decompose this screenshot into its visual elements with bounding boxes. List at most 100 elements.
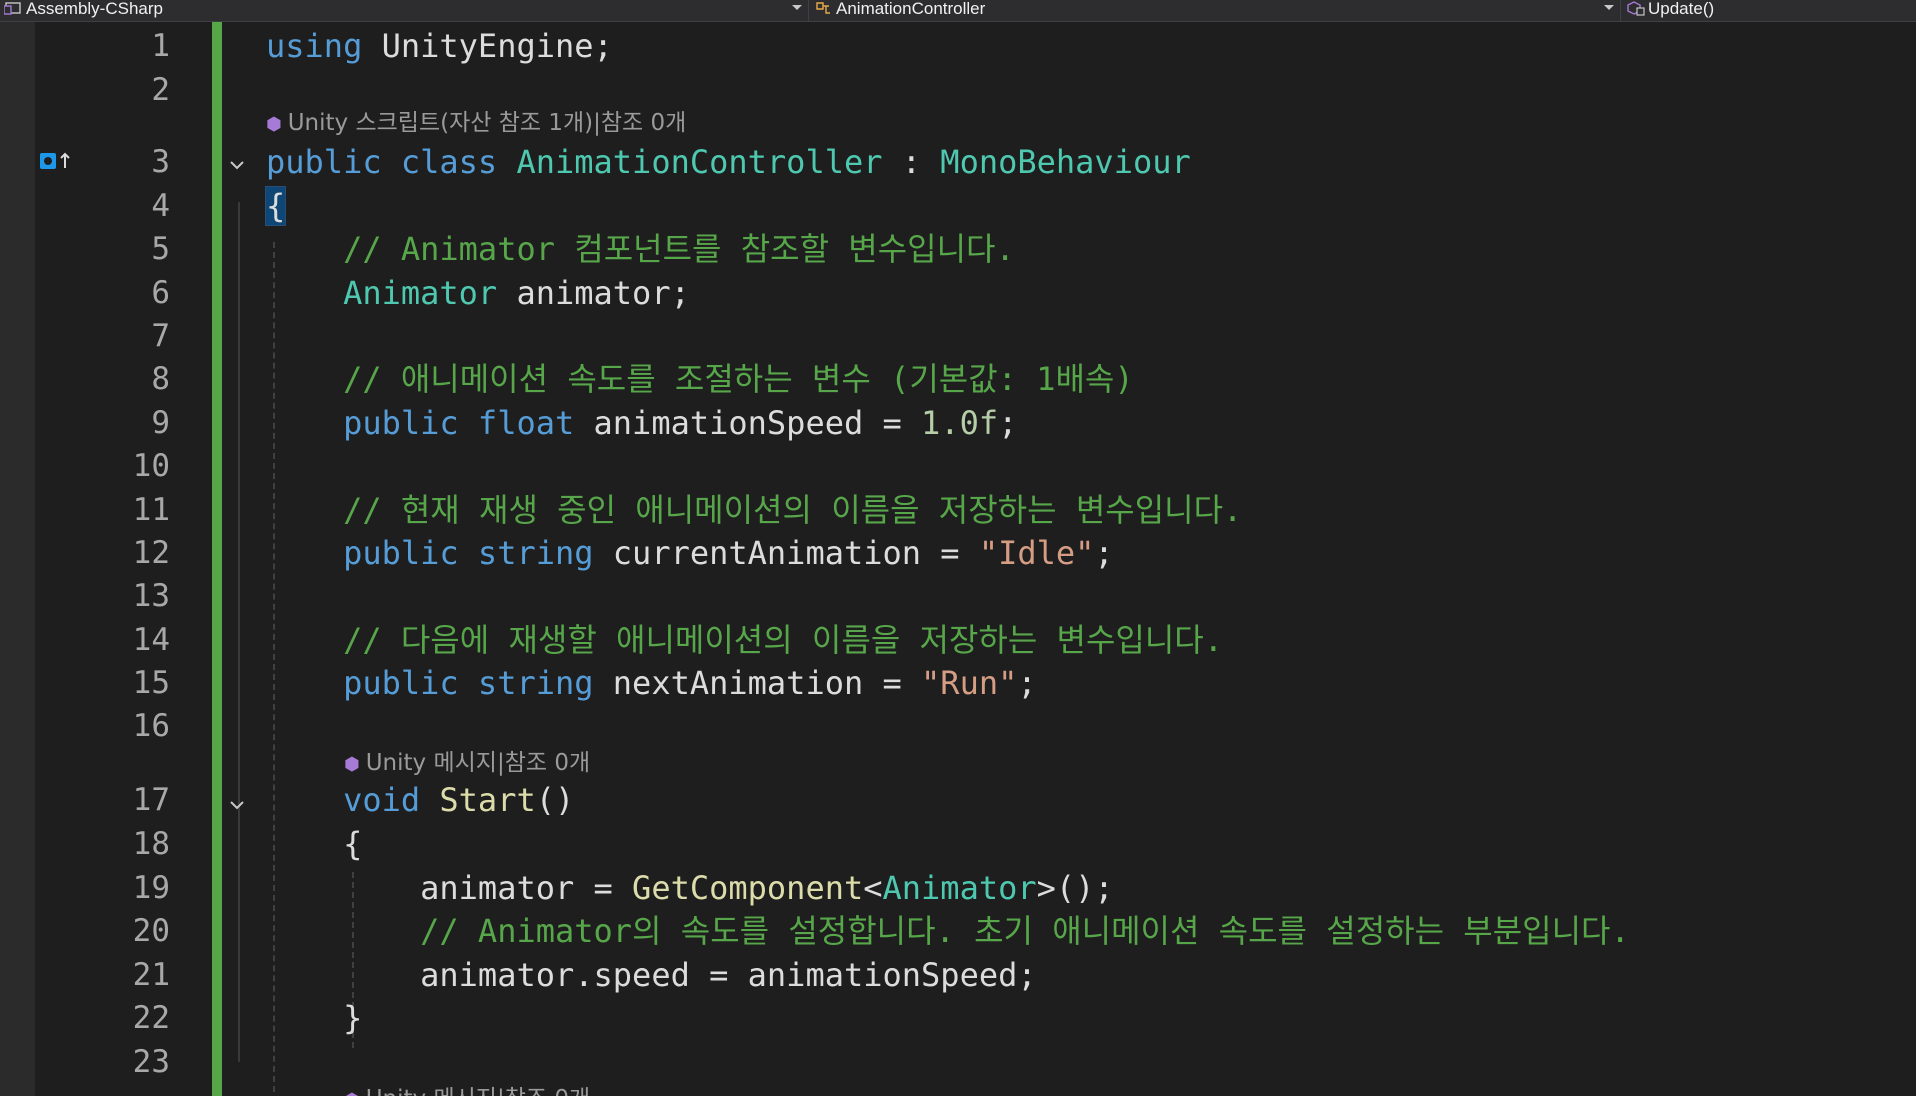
line-code[interactable]: Animator animator;	[266, 273, 690, 313]
line-code[interactable]: animator = GetComponent<Animator>();	[266, 868, 1114, 908]
code-token: ()	[535, 781, 575, 819]
codelens-update[interactable]: ⬢ Unity 메시지|참조 0개	[344, 1084, 590, 1096]
line-number: 2	[151, 72, 170, 108]
code-token: ;	[1094, 534, 1114, 572]
line-code[interactable]: // 애니메이션 속도를 조절하는 변수 (기본값: 1배속)	[266, 359, 1134, 399]
line-code[interactable]: }	[266, 998, 362, 1038]
line-code[interactable]: // 다음에 재생할 애니메이션의 이름을 저장하는 변수입니다.	[266, 620, 1223, 660]
line-code[interactable]: {	[264, 186, 287, 226]
line-number: 21	[132, 957, 170, 993]
code-token: {	[264, 186, 287, 226]
line-number: 18	[132, 826, 170, 862]
code-token: "Idle"	[978, 534, 1095, 572]
line-number: 20	[132, 913, 170, 949]
codelens-start[interactable]: ⬢ Unity 메시지|참조 0개	[344, 748, 590, 780]
unity-cube-icon: ⬢	[266, 114, 282, 135]
line-number: 14	[132, 622, 170, 658]
code-token: class	[400, 143, 498, 181]
code-token: }	[266, 999, 363, 1037]
line-number: 13	[132, 578, 170, 614]
code-token: currentAnimation =	[593, 534, 979, 572]
line-code[interactable]: using UnityEngine;	[266, 26, 613, 66]
code-token: animator =	[266, 869, 633, 907]
codelens-text: Unity 메시지|참조 0개	[366, 1086, 590, 1096]
type-dropdown[interactable]: AnimationController	[814, 0, 1614, 21]
line-code[interactable]: public string currentAnimation = "Idle";	[266, 533, 1114, 573]
code-token: nextAnimation =	[593, 664, 922, 702]
code-token: float	[477, 404, 575, 442]
line-code[interactable]: public string nextAnimation = "Run";	[266, 663, 1037, 703]
line-code[interactable]: // Animator의 속도를 설정합니다. 초기 애니메이션 속도를 설정하…	[266, 911, 1630, 951]
type-name: AnimationController	[836, 0, 986, 18]
line-number: 22	[132, 1000, 170, 1036]
code-token: 1.0f	[921, 404, 999, 442]
line-number: 4	[151, 188, 170, 224]
line-number: 3	[151, 144, 170, 180]
line-code[interactable]: // Animator 컴포넌트를 참조할 변수입니다.	[266, 229, 1015, 269]
code-token: UnityEngine;	[362, 27, 613, 65]
line-number: 15	[132, 665, 170, 701]
code-token: >();	[1036, 869, 1114, 907]
code-token: using	[266, 27, 363, 65]
line-number: 12	[132, 535, 170, 571]
code-token: public	[343, 664, 459, 702]
codelens-text: Unity 메시지|참조 0개	[365, 750, 591, 776]
code-token: void	[343, 781, 421, 819]
line-number: 6	[151, 275, 170, 311]
line-number: 16	[132, 708, 170, 744]
line-code[interactable]: public class AnimationController : MonoB…	[266, 142, 1191, 182]
code-token: Start	[439, 781, 536, 819]
line-code[interactable]: {	[266, 824, 362, 864]
code-token: // Animator 컴포넌트를 참조할 변수입니다.	[343, 230, 1015, 268]
line-code[interactable]: public float animationSpeed = 1.0f;	[266, 403, 1017, 443]
code-token: MonoBehaviour	[940, 143, 1191, 181]
project-name: Assembly-CSharp	[26, 0, 163, 18]
divider	[1620, 0, 1621, 21]
line-code[interactable]: animator.speed = animationSpeed;	[266, 955, 1037, 995]
code-token: string	[477, 534, 594, 572]
class-icon	[814, 0, 836, 20]
unity-cube-icon: ⬢	[344, 1090, 360, 1096]
line-number: 17	[132, 782, 170, 818]
unity-cube-icon: ⬢	[344, 754, 360, 775]
code-token: {	[266, 825, 363, 863]
divider	[808, 0, 809, 21]
line-number: 7	[151, 318, 170, 354]
code-token: // 다음에 재생할 애니메이션의 이름을 저장하는 변수입니다.	[343, 621, 1224, 659]
line-code[interactable]: void Start()	[266, 780, 574, 820]
line-number: 11	[132, 492, 170, 528]
code-token: public	[343, 534, 459, 572]
code-token: GetComponent	[632, 869, 864, 907]
glyph-margin	[0, 22, 70, 1096]
code-token: animationSpeed =	[574, 404, 922, 442]
code-token: public	[266, 143, 382, 181]
fold-range-line	[238, 202, 240, 1062]
project-dropdown[interactable]: Assembly-CSharp	[3, 0, 804, 21]
code-token: <	[863, 869, 883, 907]
code-editor[interactable]: ⬢ Unity 스크립트(자산 참조 1개)|참조 0개 ⬢ Unity 메시지|참…	[0, 22, 1916, 1096]
codelens-class[interactable]: ⬢ Unity 스크립트(자산 참조 1개)|참조 0개	[266, 108, 686, 140]
collapse-toggle-icon[interactable]	[228, 796, 246, 814]
line-number: 5	[151, 231, 170, 267]
chevron-down-icon	[1604, 5, 1614, 10]
code-token: ;	[1017, 664, 1037, 702]
member-name: Update()	[1648, 0, 1715, 18]
collapse-toggle-icon[interactable]	[228, 156, 246, 174]
unity-script-marker-icon[interactable]	[40, 150, 72, 176]
line-code[interactable]: // 현재 재생 중인 애니메이션의 이름을 저장하는 변수입니다.	[266, 490, 1242, 530]
code-token: public	[343, 404, 459, 442]
code-token: // 애니메이션 속도를 조절하는 변수 (기본값: 1배속)	[343, 360, 1134, 398]
member-dropdown[interactable]: Update()	[1626, 0, 1916, 21]
